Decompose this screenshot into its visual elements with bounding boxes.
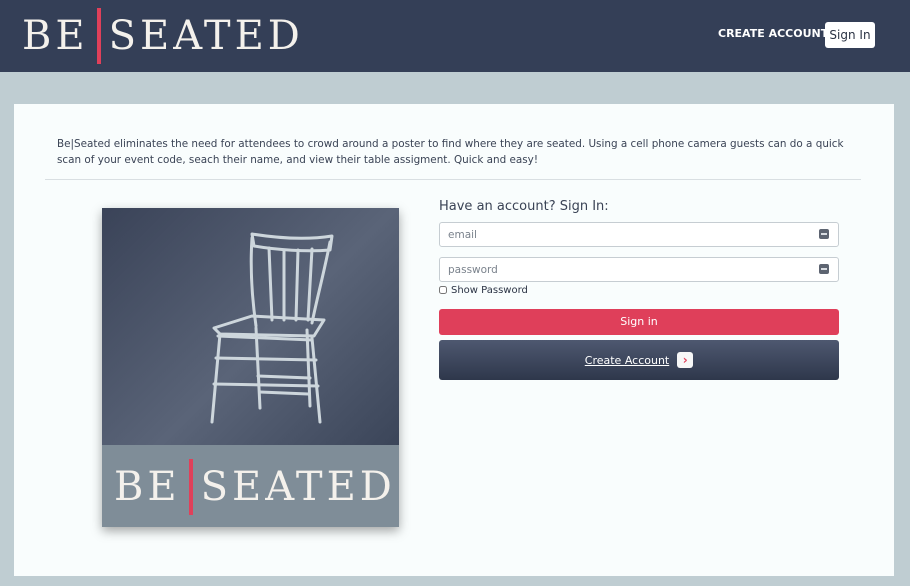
hero-logo: BE SEATED: [114, 459, 396, 515]
hero-logo-divider-bar: [188, 459, 193, 515]
create-account-label: Create Account: [584, 353, 670, 367]
brand-logo[interactable]: BE SEATED: [22, 8, 304, 64]
autofill-icon[interactable]: [819, 229, 829, 239]
logo-text-seated: SEATED: [108, 13, 304, 59]
nav-create-account-link[interactable]: CREATE ACCOUNT: [718, 24, 828, 44]
divider: [45, 179, 861, 180]
password-input[interactable]: [440, 258, 808, 282]
intro-text: Be|Seated eliminates the need for attend…: [57, 138, 844, 166]
show-password-toggle[interactable]: Show Password: [439, 283, 528, 297]
email-field[interactable]: [439, 222, 839, 247]
hero-chair-panel: [102, 208, 399, 445]
logo-divider-bar: [96, 8, 101, 64]
logo-text-be: BE: [22, 13, 89, 59]
main-card: Be|Seated eliminates the need for attend…: [14, 104, 894, 576]
sign-in-heading: Have an account? Sign In:: [439, 199, 609, 214]
chevron-right-icon: ›: [677, 352, 694, 368]
autofill-icon[interactable]: [819, 264, 829, 274]
sign-in-button[interactable]: Sign in: [439, 309, 839, 335]
password-field[interactable]: [439, 257, 839, 282]
hero-image: BE SEATED: [102, 208, 399, 527]
show-password-label: Show Password: [451, 284, 528, 296]
nav-sign-in-button[interactable]: Sign In: [825, 22, 875, 48]
show-password-checkbox[interactable]: [439, 286, 447, 294]
chair-illustration: [210, 232, 334, 424]
hero-logo-text-be: BE: [114, 464, 181, 510]
hero-logo-text-seated: SEATED: [200, 464, 396, 510]
top-navbar: BE SEATED CREATE ACCOUNT Sign In: [0, 0, 910, 72]
create-account-button[interactable]: Create Account ›: [439, 340, 839, 380]
email-input[interactable]: [440, 223, 808, 247]
